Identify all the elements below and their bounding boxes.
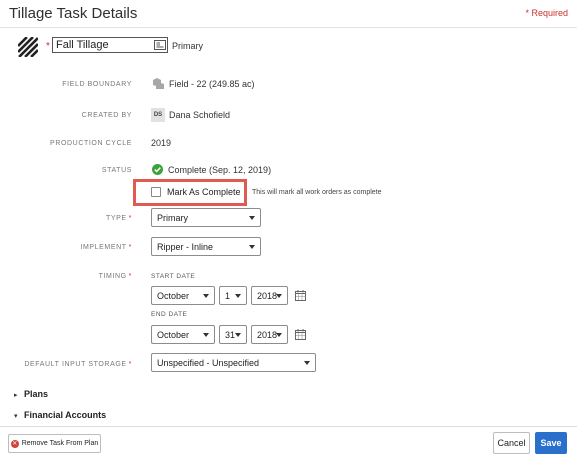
chevron-down-icon bbox=[235, 294, 241, 298]
type-select-value: Primary bbox=[157, 213, 188, 223]
field-boundary-label: FIELD BOUNDARY bbox=[62, 81, 132, 88]
storage-select-value: Unspecified - Unspecified bbox=[157, 358, 260, 368]
task-name-input[interactable]: Fall Tillage bbox=[52, 37, 168, 53]
remove-task-label: Remove Task From Plan bbox=[21, 440, 99, 447]
chevron-down-icon bbox=[203, 294, 209, 298]
dialog-footer: ✕ Remove Task From Plan bbox=[0, 426, 577, 460]
default-input-storage-label: DEFAULT INPUT STORAGE * bbox=[24, 361, 132, 368]
financial-accounts-section-label: Financial Accounts bbox=[24, 410, 107, 420]
implement-select[interactable]: Ripper - Inline bbox=[151, 237, 261, 256]
tillage-icon bbox=[18, 37, 38, 57]
type-label: TYPE * bbox=[105, 215, 132, 222]
required-star: * bbox=[46, 41, 50, 52]
required-note: * Required bbox=[525, 8, 568, 18]
field-boundary-icon bbox=[153, 78, 164, 89]
production-cycle-value: 2019 bbox=[151, 138, 172, 148]
remove-icon: ✕ bbox=[10, 439, 19, 448]
start-day-select[interactable]: 1 bbox=[219, 286, 247, 305]
implement-select-value: Ripper - Inline bbox=[157, 242, 214, 252]
dialog-title: Tillage Task Details bbox=[9, 5, 138, 22]
chevron-down-icon bbox=[304, 361, 310, 365]
end-day-value: 31 bbox=[225, 330, 236, 340]
avatar: DS bbox=[151, 108, 165, 122]
remove-task-button[interactable]: ✕ Remove Task From Plan bbox=[8, 434, 101, 453]
storage-select[interactable]: Unspecified - Unspecified bbox=[151, 353, 316, 372]
start-day-value: 1 bbox=[225, 291, 231, 301]
field-boundary-value: Field - 22 (249.85 ac) bbox=[169, 79, 255, 89]
start-month-value: October bbox=[157, 291, 190, 301]
primary-tag: Primary bbox=[172, 41, 203, 51]
start-month-select[interactable]: October bbox=[151, 286, 215, 305]
end-year-select[interactable]: 2018 bbox=[251, 325, 288, 344]
id-card-icon[interactable] bbox=[154, 40, 166, 50]
plans-section-toggle[interactable]: ▸ Plans bbox=[14, 389, 48, 399]
mark-complete-checkbox[interactable] bbox=[151, 187, 161, 197]
chevron-down-icon bbox=[276, 294, 282, 298]
plans-section-label: Plans bbox=[24, 389, 49, 399]
created-by-label: CREATED BY bbox=[81, 112, 132, 119]
dialog-header: Tillage Task Details * Required bbox=[0, 0, 577, 28]
status-value: Complete (Sep. 12, 2019) bbox=[168, 165, 272, 175]
financial-accounts-section-toggle[interactable]: ▾ Financial Accounts bbox=[14, 410, 106, 420]
start-date-label: START DATE bbox=[151, 273, 196, 280]
timing-label: TIMING * bbox=[98, 273, 132, 280]
caret-right-icon: ▸ bbox=[14, 392, 18, 399]
implement-label: IMPLEMENT * bbox=[80, 244, 132, 251]
end-date-label: END DATE bbox=[151, 311, 188, 318]
status-label: STATUS bbox=[101, 167, 132, 174]
end-month-select[interactable]: October bbox=[151, 325, 215, 344]
calendar-icon[interactable] bbox=[295, 329, 306, 340]
caret-down-icon: ▾ bbox=[14, 413, 18, 420]
type-select[interactable]: Primary bbox=[151, 208, 261, 227]
check-circle-icon bbox=[152, 164, 163, 175]
mark-complete-label[interactable]: Mark As Complete bbox=[167, 187, 241, 197]
save-button[interactable]: Save bbox=[535, 432, 567, 454]
production-cycle-label: PRODUCTION CYCLE bbox=[50, 140, 132, 147]
calendar-icon[interactable] bbox=[295, 290, 306, 301]
chevron-down-icon bbox=[276, 333, 282, 337]
mark-complete-hint: This will mark all work orders as comple… bbox=[252, 189, 382, 196]
chevron-down-icon bbox=[235, 333, 241, 337]
end-day-select[interactable]: 31 bbox=[219, 325, 247, 344]
chevron-down-icon bbox=[249, 216, 255, 220]
end-year-value: 2018 bbox=[257, 330, 278, 340]
created-by-value: Dana Schofield bbox=[169, 110, 231, 120]
cancel-button[interactable]: Cancel bbox=[493, 432, 530, 454]
end-month-value: October bbox=[157, 330, 190, 340]
start-year-value: 2018 bbox=[257, 291, 278, 301]
chevron-down-icon bbox=[203, 333, 209, 337]
chevron-down-icon bbox=[249, 245, 255, 249]
start-year-select[interactable]: 2018 bbox=[251, 286, 288, 305]
